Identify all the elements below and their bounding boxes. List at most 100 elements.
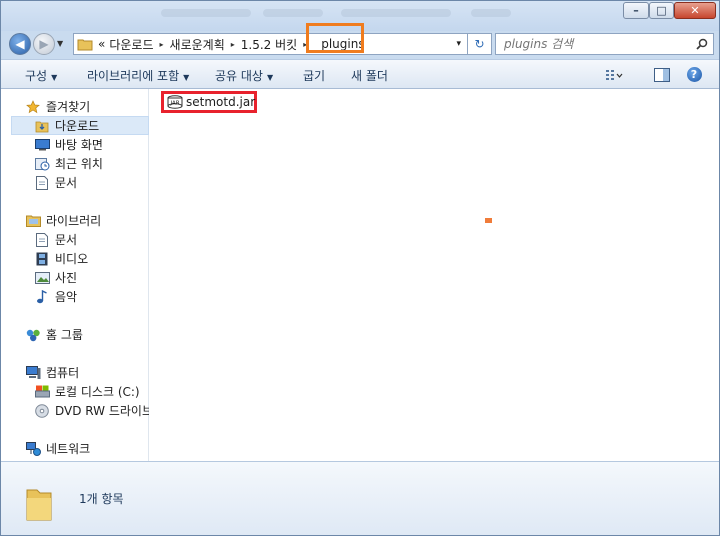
nav-downloads-label: 다운로드 xyxy=(55,119,100,133)
nav-libraries-label: 라이브러리 xyxy=(46,214,102,228)
back-button[interactable]: ◀ xyxy=(9,33,31,55)
refresh-button[interactable]: ↻ xyxy=(468,33,492,55)
picture-icon xyxy=(34,270,50,286)
title-blur xyxy=(341,9,451,17)
nav-recent-places[interactable]: 최근 위치 xyxy=(34,154,103,173)
nav-downloads[interactable]: 다운로드 xyxy=(11,116,149,135)
nav-videos-label: 비디오 xyxy=(55,252,89,266)
nav-dvd-drive-label: DVD RW 드라이브 xyxy=(55,404,153,418)
cursor-marker xyxy=(485,218,492,223)
address-overflow-button[interactable]: « xyxy=(96,37,107,51)
breadcrumb-downloads[interactable]: 다운로드 xyxy=(107,36,155,53)
minimize-button[interactable]: – xyxy=(623,2,649,19)
change-view-button[interactable] xyxy=(603,66,625,83)
title-blur xyxy=(161,9,251,17)
nav-desktop[interactable]: 바탕 화면 xyxy=(34,135,103,154)
command-bar: 구성 ▼ 라이브러리에 포함 ▼ 공유 대상 ▼ 굽기 새 폴더 ? xyxy=(1,59,719,89)
address-bar[interactable]: « 다운로드 ▸ 새로운계획 ▸ 1.5.2 버킷 ▸ plugins ▾ xyxy=(73,33,468,55)
nav-recent-places-label: 최근 위치 xyxy=(55,157,103,171)
nav-homegroup[interactable]: 홈 그룹 xyxy=(25,325,83,344)
nav-pictures[interactable]: 사진 xyxy=(34,268,77,287)
item-count: 1개 항목 xyxy=(79,492,124,506)
burn-button[interactable]: 굽기 xyxy=(303,67,325,84)
forward-arrow-icon: ▶ xyxy=(39,37,49,51)
nav-homegroup-label: 홈 그룹 xyxy=(46,328,83,342)
preview-pane-icon xyxy=(654,67,670,82)
help-icon: ? xyxy=(686,67,702,82)
help-button[interactable]: ? xyxy=(685,66,703,83)
title-blur xyxy=(471,9,511,17)
file-item-setmotd-jar[interactable]: JAR setmotd.jar xyxy=(161,91,257,113)
folder-icon xyxy=(77,39,93,51)
orange-highlight-box xyxy=(306,23,364,53)
nav-libraries[interactable]: 라이브러리 xyxy=(25,211,101,230)
homegroup-icon xyxy=(25,327,41,343)
star-icon xyxy=(25,99,41,115)
navigation-pane: 즐겨찾기 다운로드 바탕 화면 최근 위치 문서 라이브러리 문서 비디오 사진… xyxy=(1,89,153,461)
film-icon xyxy=(34,251,50,267)
nav-music-label: 음악 xyxy=(55,290,78,304)
maximize-button[interactable]: □ xyxy=(649,2,674,19)
nav-music[interactable]: 음악 xyxy=(34,287,77,306)
search-icon[interactable] xyxy=(696,38,708,50)
view-list-icon xyxy=(606,69,623,80)
chevron-right-icon[interactable]: ▸ xyxy=(156,40,168,49)
nav-favorites-label: 즐겨찾기 xyxy=(46,100,91,114)
nav-computer-label: 컴퓨터 xyxy=(46,366,80,380)
downloads-folder-icon xyxy=(34,118,50,134)
chevron-right-icon[interactable]: ▸ xyxy=(227,40,239,49)
nav-network[interactable]: 네트워크 xyxy=(25,439,90,458)
nav-documents[interactable]: 문서 xyxy=(34,173,77,192)
nav-local-disk[interactable]: 로컬 디스크 (C:) xyxy=(34,382,140,401)
file-name: setmotd.jar xyxy=(186,95,256,109)
libraries-icon xyxy=(25,213,41,229)
forward-button[interactable]: ▶ xyxy=(33,33,55,55)
desktop-icon xyxy=(34,137,50,153)
nav-documents-label: 문서 xyxy=(55,176,78,190)
preview-pane-button[interactable] xyxy=(653,66,671,83)
dvd-disc-icon xyxy=(34,403,50,419)
nav-pictures-label: 사진 xyxy=(55,271,78,285)
share-with-button[interactable]: 공유 대상 ▼ xyxy=(215,67,273,84)
history-dropdown-icon[interactable]: ▼ xyxy=(57,39,63,48)
nav-videos[interactable]: 비디오 xyxy=(34,249,88,268)
recent-places-icon xyxy=(34,156,50,172)
refresh-icon: ↻ xyxy=(474,37,485,51)
breadcrumb-bukkit[interactable]: 1.5.2 버킷 xyxy=(239,36,299,53)
include-in-library-button[interactable]: 라이브러리에 포함 ▼ xyxy=(87,67,189,84)
close-button[interactable]: ✕ xyxy=(674,2,716,19)
file-list[interactable]: JAR setmotd.jar xyxy=(149,89,719,461)
nav-network-label: 네트워크 xyxy=(46,442,91,456)
svg-text:JAR: JAR xyxy=(169,101,179,107)
new-folder-button[interactable]: 새 폴더 xyxy=(351,67,388,84)
hard-drive-icon xyxy=(34,384,50,400)
chevron-down-icon: ▼ xyxy=(183,73,190,82)
nav-computer[interactable]: 컴퓨터 xyxy=(25,363,79,382)
address-dropdown-icon[interactable]: ▾ xyxy=(456,39,461,49)
nav-lib-documents-label: 문서 xyxy=(55,233,78,247)
title-blur xyxy=(263,9,323,17)
nav-desktop-label: 바탕 화면 xyxy=(55,138,103,152)
search-input[interactable] xyxy=(496,36,696,52)
include-in-library-label: 라이브러리에 포함 xyxy=(87,69,180,83)
nav-lib-documents[interactable]: 문서 xyxy=(34,230,77,249)
folder-large-icon xyxy=(25,486,53,525)
back-arrow-icon: ◀ xyxy=(15,37,25,51)
organize-button[interactable]: 구성 ▼ xyxy=(25,67,57,84)
breadcrumb-new-plan[interactable]: 새로운계획 xyxy=(168,36,227,53)
address-row: ◀ ▶ ▼ « 다운로드 ▸ 새로운계획 ▸ 1.5.2 버킷 ▸ plugin… xyxy=(1,23,719,59)
nav-favorites[interactable]: 즐겨찾기 xyxy=(25,97,90,116)
music-note-icon xyxy=(34,289,50,305)
chevron-down-icon: ▼ xyxy=(51,73,58,82)
network-icon xyxy=(25,441,41,457)
document-icon xyxy=(34,175,50,191)
details-pane: 1개 항목 xyxy=(1,461,719,535)
nav-dvd-drive[interactable]: DVD RW 드라이브 xyxy=(34,401,153,420)
document-icon xyxy=(34,232,50,248)
jar-file-icon: JAR xyxy=(167,95,183,109)
chevron-down-icon: ▼ xyxy=(266,73,274,82)
search-box[interactable] xyxy=(495,33,714,55)
explorer-window: – □ ✕ ◀ ▶ ▼ « 다운로드 ▸ 새로운계획 ▸ 1.5.2 버킷 ▸ … xyxy=(0,0,720,536)
organize-label: 구성 xyxy=(25,69,48,83)
computer-icon xyxy=(25,365,41,381)
